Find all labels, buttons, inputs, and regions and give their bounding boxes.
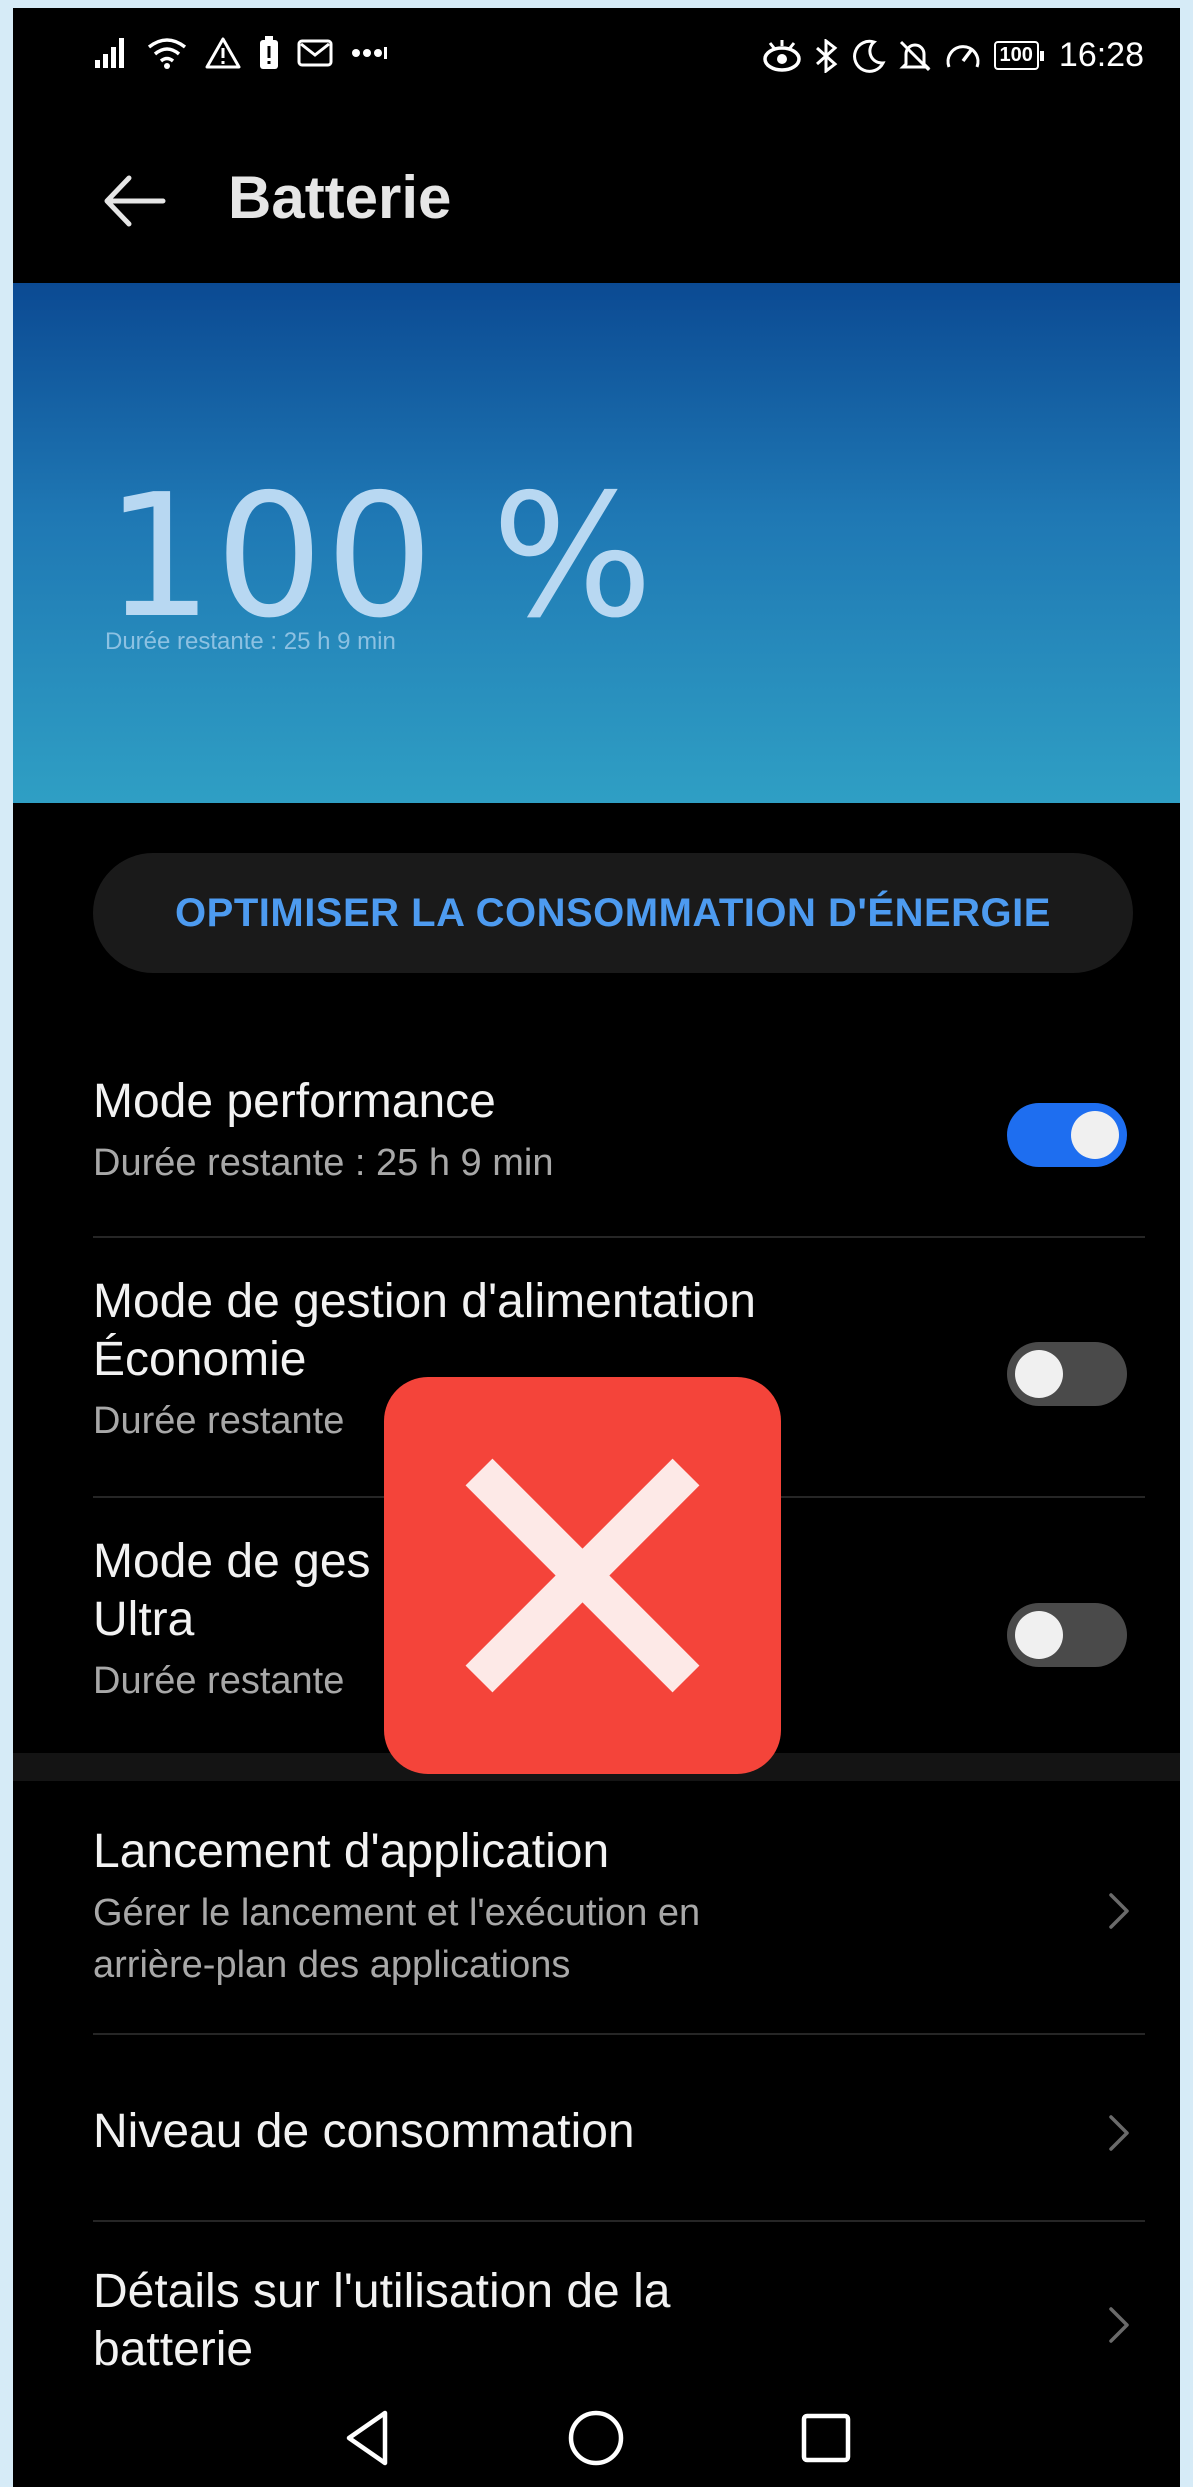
recents-square-icon[interactable] [791,2403,861,2473]
optimize-energy-button[interactable]: OPTIMISER LA CONSOMMATION D'ÉNERGIE [93,853,1133,973]
battery-level-badge: 100 [993,41,1045,70]
back-arrow-icon[interactable] [99,166,169,236]
wifi-icon [147,38,187,69]
toggle-knob [1015,1350,1063,1398]
phone-screen: 100 16:28 Batterie 100 % Durée restante … [13,8,1180,2487]
navigation-bar [13,2388,1180,2487]
more-dots-icon [352,47,387,59]
battery-usage-title-line1: Détails sur l'utilisation de la [93,2265,671,2318]
divider [93,2220,1145,2222]
mail-icon [297,39,333,67]
status-bar: 100 16:28 [13,8,1180,110]
eye-comfort-icon [762,39,801,72]
battery-remaining-time: Durée restante : 25 h 9 min [105,628,396,655]
speedometer-icon [946,44,980,68]
toggle-knob [1071,1111,1119,1159]
app-launch-title: Lancement d'application [93,1825,610,1878]
bluetooth-icon [815,38,837,73]
status-time: 16:28 [1058,36,1144,74]
muted-bell-icon [898,40,931,71]
home-circle-icon[interactable] [561,2403,631,2473]
battery-percent: 100 % [105,458,656,656]
chevron-right-icon [1109,1893,1129,1929]
divider [93,1236,1145,1238]
battery-usage-title-line2: batterie [93,2323,254,2376]
optimize-energy-label: OPTIMISER LA CONSOMMATION D'ÉNERGIE [175,890,1051,935]
mode-economy-title-line1: Mode de gestion d'alimentation [93,1275,756,1328]
do-not-disturb-icon [852,39,886,73]
page-title: Batterie [228,164,452,231]
mode-performance-subtitle: Durée restante : 25 h 9 min [93,1142,554,1184]
mode-economy-toggle[interactable] [1007,1342,1127,1406]
chevron-right-icon [1109,2307,1129,2343]
battery-hero: 100 % Durée restante : 25 h 9 min [13,283,1180,803]
app-launch-subtitle-line1: Gérer le lancement et l'exécution en [93,1892,701,1934]
mode-performance-title: Mode performance [93,1075,496,1128]
mode-performance-row[interactable]: Mode performance Durée restante : 25 h 9… [93,1073,1145,1213]
divider [93,2033,1145,2035]
error-overlay [384,1377,781,1774]
app-header: Batterie [13,138,1180,268]
app-launch-row[interactable]: Lancement d'application Gérer le lanceme… [93,1823,1145,2008]
status-left-icons [95,36,387,70]
back-triangle-icon[interactable] [333,2403,403,2473]
alert-icon [205,37,241,69]
mode-ultra-toggle[interactable] [1007,1603,1127,1667]
battery-usage-details-row[interactable]: Détails sur l'utilisation de la batterie [93,2263,1145,2393]
battery-alert-icon [260,36,278,69]
mode-ultra-title-start: Mode de ges [93,1535,371,1588]
close-x-icon [465,1458,700,1693]
chevron-right-icon [1109,2115,1129,2151]
consumption-level-row[interactable]: Niveau de consommation [93,2103,1145,2183]
status-right-icons: 100 16:28 [762,36,1144,75]
signal-icon [95,38,124,68]
consumption-level-title: Niveau de consommation [93,2105,635,2158]
app-launch-subtitle-line2: arrière-plan des applications [93,1944,571,1986]
mode-performance-toggle[interactable] [1007,1103,1127,1167]
toggle-knob [1015,1611,1063,1659]
